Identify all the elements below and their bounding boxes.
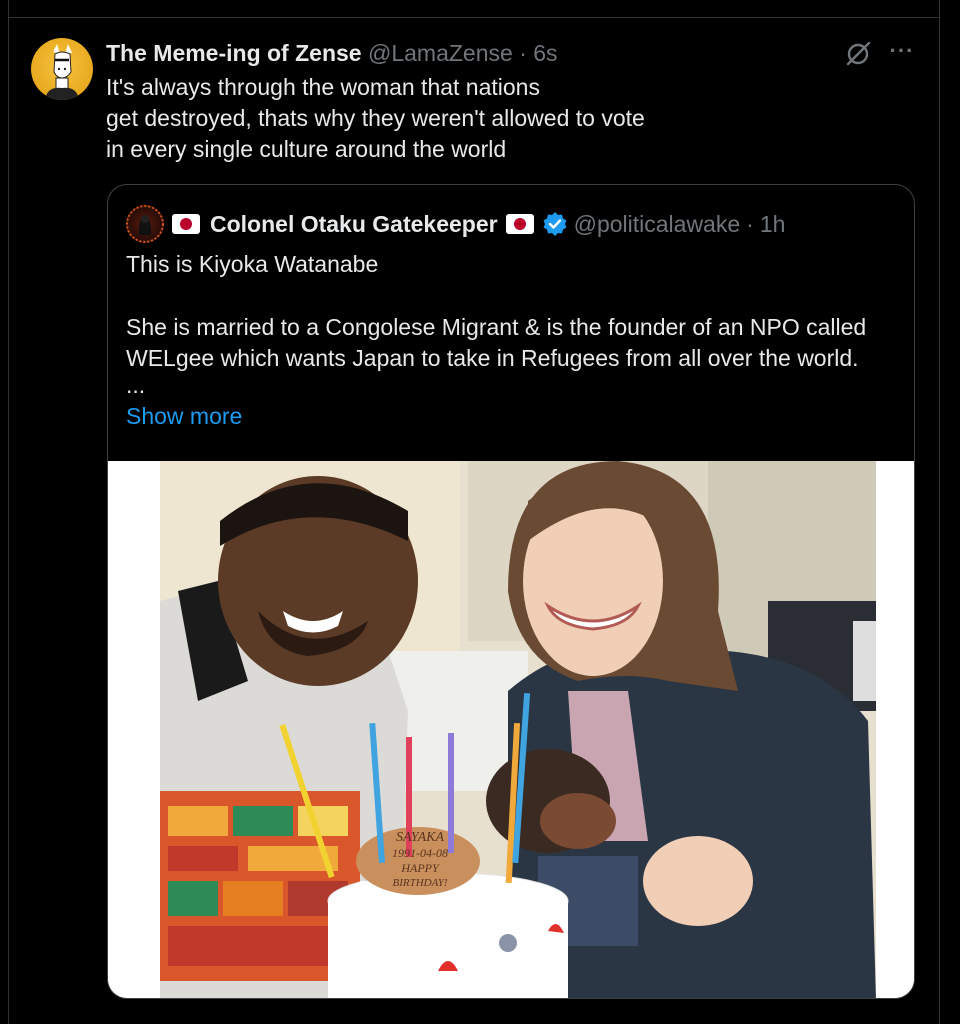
quoted-tweet-text: This is Kiyoka Watanabe She is married t…: [126, 249, 906, 398]
timeline-left-border: [8, 0, 9, 1024]
quoted-author-name[interactable]: Colonel Otaku Gatekeeper: [210, 211, 498, 238]
tweet-text: It's always through the woman that natio…: [106, 72, 726, 165]
quoted-tweet-timestamp[interactable]: 1h: [760, 211, 786, 238]
quoted-text-line: WELgee which wants Japan to take in Refu…: [126, 345, 859, 371]
llama-avatar-icon[interactable]: [31, 38, 93, 100]
author-handle[interactable]: @LamaZense: [368, 40, 513, 66]
quoted-text-ellipsis: ...: [126, 372, 146, 398]
tweet-text-line: get destroyed, thats why they weren't al…: [106, 105, 645, 131]
quoted-author-avatar[interactable]: [126, 205, 164, 243]
quoted-text-line: She is married to a Congolese Migrant & …: [126, 314, 867, 340]
japan-flag-icon: [172, 214, 200, 234]
grok-icon[interactable]: [842, 38, 874, 70]
author-name[interactable]: The Meme-ing of Zense: [106, 40, 362, 66]
japan-flag-icon: [505, 214, 534, 234]
more-options-icon[interactable]: ···: [886, 40, 918, 68]
verified-badge-icon: [542, 211, 568, 237]
tweet-text-line: It's always through the woman that natio…: [106, 74, 540, 100]
timeline-right-border: [939, 0, 940, 1024]
tweet-header: The Meme-ing of Zense @LamaZense · 6s: [106, 39, 558, 67]
cake-text-line: BIRTHDAY!: [393, 877, 448, 889]
cake-text-line: SAYAKA: [396, 830, 444, 845]
header-separator: ·: [519, 40, 527, 66]
quoted-tweet-card[interactable]: Colonel Otaku Gatekeeper @politicalawake…: [107, 184, 915, 999]
show-more-link[interactable]: Show more: [126, 403, 242, 430]
quoted-tweet-photo[interactable]: SAYAKA 1991-04-08 HAPPY BIRTHDAY!: [108, 461, 914, 998]
cake-text-line: 1991-04-08: [392, 846, 448, 860]
quoted-header-separator: ·: [746, 210, 754, 237]
quoted-tweet-header: Colonel Otaku Gatekeeper @politicalawake…: [170, 208, 785, 240]
quoted-author-handle[interactable]: @politicalawake: [574, 211, 741, 238]
tweet-text-line: in every single culture around the world: [106, 136, 507, 162]
tweet-top-divider: [8, 17, 940, 18]
cake-text-line: HAPPY: [400, 861, 440, 875]
quoted-text-line: This is Kiyoka Watanabe: [126, 251, 379, 277]
tweet-timestamp[interactable]: 6s: [533, 40, 557, 66]
